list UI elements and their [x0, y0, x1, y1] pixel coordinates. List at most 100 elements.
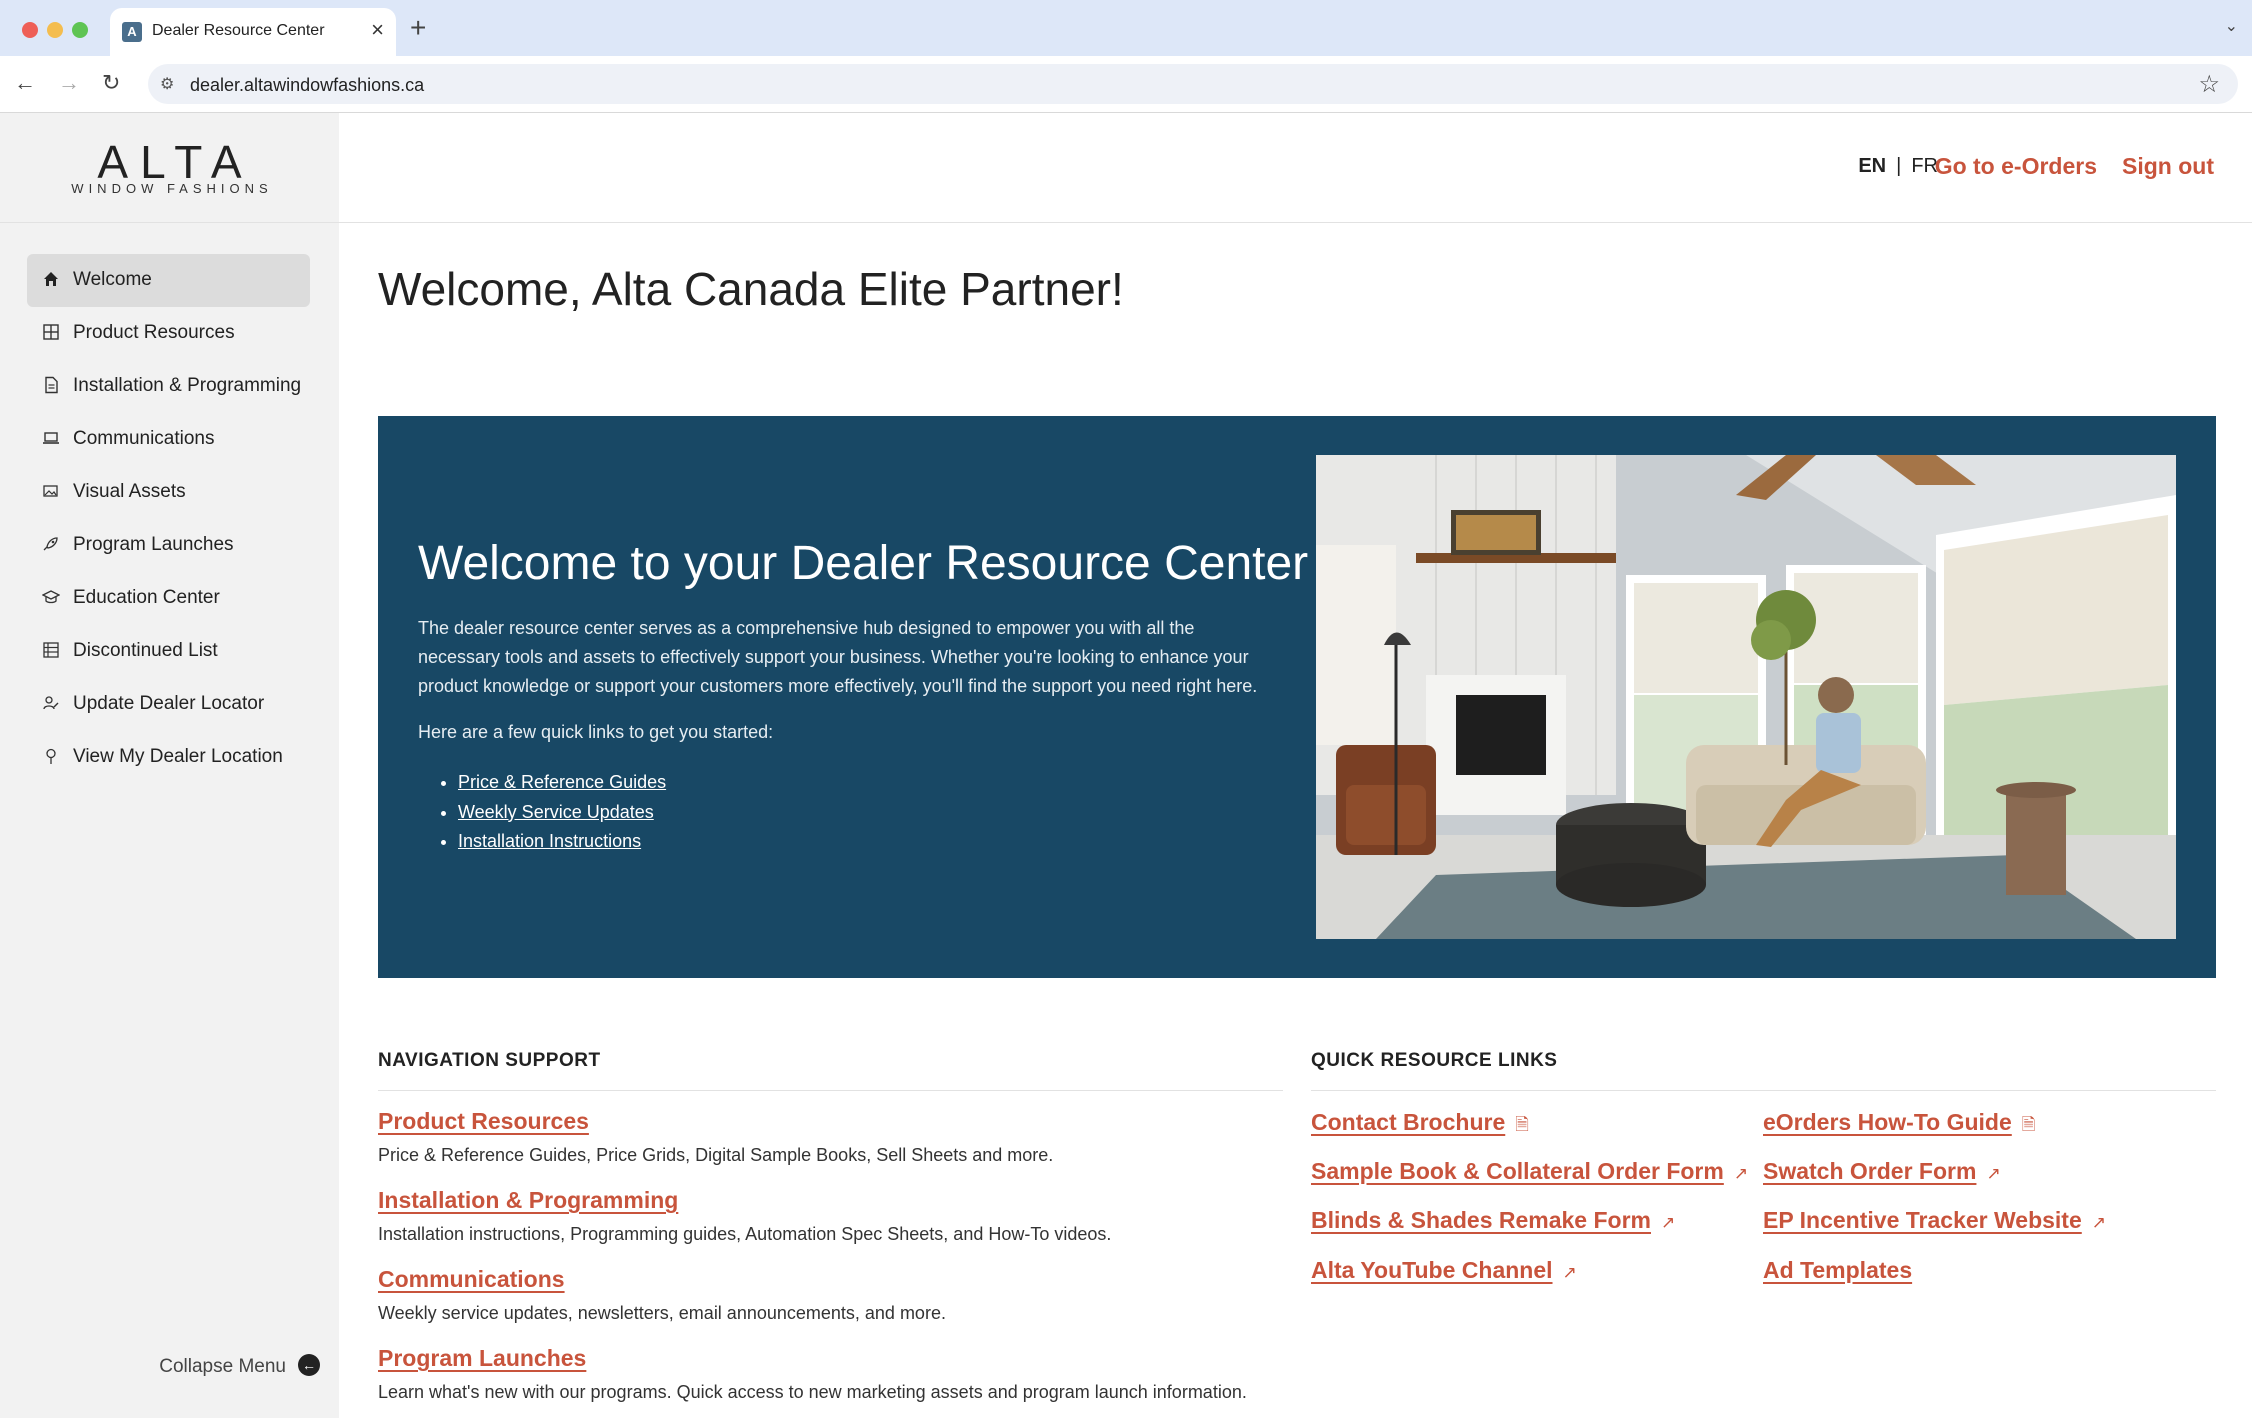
collapse-menu-label: Collapse Menu — [159, 1356, 286, 1377]
swatch-order-form-link[interactable]: Swatch Order Form ↗ — [1763, 1158, 2001, 1185]
chevron-down-icon[interactable]: ⌄ — [2225, 16, 2238, 36]
site-settings-icon[interactable]: ⚙ — [160, 74, 174, 94]
communications-link[interactable]: Communications — [378, 1266, 565, 1292]
youtube-channel-link[interactable]: Alta YouTube Channel ↗ — [1311, 1257, 1577, 1284]
browser-chrome: A Dealer Resource Center × + ⌄ ← → ↻ ⚙ d… — [0, 0, 2252, 113]
external-link-icon: ↗ — [1986, 1164, 2001, 1183]
divider — [378, 1090, 1283, 1091]
list-item: Installation Instructions — [458, 827, 666, 857]
nav-support-description: Weekly service updates, newsletters, ema… — [378, 1303, 946, 1323]
installation-programming-link[interactable]: Installation & Programming — [378, 1187, 678, 1213]
sign-out-link[interactable]: Sign out — [2122, 153, 2214, 180]
sidebar-item-discontinued-list[interactable]: Discontinued List — [27, 625, 310, 678]
sidebar-item-label: Welcome — [73, 269, 152, 290]
sidebar-item-welcome[interactable]: Welcome — [27, 254, 310, 307]
external-link-icon: ↗ — [1733, 1164, 1749, 1183]
maximize-window-button[interactable] — [72, 22, 88, 38]
navigation-support-heading: NAVIGATION SUPPORT — [378, 1050, 601, 1071]
nav-support-description: Installation instructions, Programming g… — [378, 1224, 1112, 1244]
link-label: Ad Templates — [1763, 1257, 1913, 1283]
link-label: Swatch Order Form — [1763, 1158, 1977, 1184]
top-header: EN | FR Go to e-Orders Sign out — [339, 113, 2252, 223]
hero-description: The dealer resource center serves as a c… — [418, 618, 1258, 696]
ep-incentive-tracker-link[interactable]: EP Incentive Tracker Website ↗ — [1763, 1207, 2106, 1234]
alta-logo[interactable]: ALTA WINDOW FASHIONS — [0, 113, 339, 223]
bookmark-star-icon[interactable]: ☆ — [2198, 70, 2220, 99]
eorders-how-to-guide-link[interactable]: eOrders How-To Guide 🗎 — [1763, 1109, 2035, 1141]
address-bar: ← → ↻ ⚙ dealer.altawindowfashions.ca ☆ — [0, 56, 2252, 113]
back-arrow-icon[interactable]: ← — [14, 68, 36, 98]
contact-brochure-link[interactable]: Contact Brochure 🗎 — [1311, 1109, 1529, 1141]
forward-arrow-icon[interactable]: → — [58, 68, 80, 98]
sidebar-item-label: Program Launches — [73, 534, 234, 555]
sidebar-item-view-my-dealer-location[interactable]: View My Dealer Location — [27, 731, 310, 784]
nav-support-description: Learn what's new with our programs. Quic… — [378, 1382, 1247, 1402]
user-edit-icon — [41, 694, 61, 714]
go-to-eorders-link[interactable]: Go to e-Orders — [1935, 153, 2097, 180]
hero-intro: Here are a few quick links to get you st… — [418, 722, 774, 742]
graduation-cap-icon — [41, 588, 61, 608]
welcome-hero: Welcome to your Dealer Resource Center T… — [378, 416, 2216, 978]
new-tab-icon[interactable]: + — [410, 12, 426, 44]
external-link-icon: ↗ — [1562, 1263, 1577, 1282]
sidebar-item-label: Installation & Programming — [73, 375, 302, 396]
document-icon — [41, 376, 61, 396]
sidebar-item-label: Communications — [73, 428, 215, 449]
lang-separator: | — [1896, 155, 1902, 177]
nav-support-item: Program Launches Learn what's new with o… — [378, 1345, 1247, 1403]
laptop-icon — [41, 429, 61, 449]
sidebar-item-installation-programming[interactable]: Installation & Programming — [27, 360, 310, 413]
sidebar-item-program-launches[interactable]: Program Launches — [27, 519, 310, 572]
close-tab-icon[interactable]: × — [371, 18, 384, 42]
sidebar-item-education-center[interactable]: Education Center — [27, 572, 310, 625]
tab-title: Dealer Resource Center — [152, 22, 325, 39]
price-reference-guides-link[interactable]: Price & Reference Guides — [458, 772, 666, 792]
sidebar-item-label: Product Resources — [73, 322, 235, 343]
sidebar-item-product-resources[interactable]: Product Resources — [27, 307, 310, 360]
quick-resource-links-heading: QUICK RESOURCE LINKS — [1311, 1050, 1558, 1071]
weekly-service-updates-link[interactable]: Weekly Service Updates — [458, 802, 654, 822]
collapse-menu-button[interactable]: Collapse Menu ← — [159, 1354, 320, 1378]
sidebar-item-label: Visual Assets — [73, 481, 186, 502]
link-label: Blinds & Shades Remake Form — [1311, 1207, 1651, 1233]
home-icon — [41, 270, 61, 290]
tab-bar: A Dealer Resource Center × + ⌄ — [0, 0, 2252, 56]
divider — [1311, 1090, 2216, 1091]
close-window-button[interactable] — [22, 22, 38, 38]
link-label: Alta YouTube Channel — [1311, 1257, 1553, 1283]
sidebar-item-update-dealer-locator[interactable]: Update Dealer Locator — [27, 678, 310, 731]
link-label: EP Incentive Tracker Website — [1763, 1207, 2082, 1233]
sample-book-order-form-link[interactable]: Sample Book & Collateral Order Form ↗ — [1311, 1158, 1748, 1185]
reload-icon[interactable]: ↻ — [102, 68, 120, 98]
ad-templates-link[interactable]: Ad Templates — [1763, 1257, 1912, 1284]
browser-tab[interactable]: A Dealer Resource Center × — [110, 8, 396, 56]
logo-tagline: WINDOW FASHIONS — [71, 181, 273, 196]
language-switcher: EN | FR — [1858, 155, 1938, 178]
arrow-left-circle-icon: ← — [298, 1354, 320, 1376]
url-text[interactable]: dealer.altawindowfashions.ca — [190, 75, 424, 96]
sidebar-item-label: Update Dealer Locator — [73, 693, 265, 714]
hero-title: Welcome to your Dealer Resource Center — [418, 537, 1309, 590]
page-title: Welcome, Alta Canada Elite Partner! — [378, 263, 1124, 315]
product-resources-link[interactable]: Product Resources — [378, 1108, 589, 1134]
external-link-icon: ↗ — [1661, 1213, 1676, 1232]
nav-support-item: Communications Weekly service updates, n… — [378, 1266, 946, 1324]
sidebar-item-communications[interactable]: Communications — [27, 413, 310, 466]
minimize-window-button[interactable] — [47, 22, 63, 38]
sidebar-item-visual-assets[interactable]: Visual Assets — [27, 466, 310, 519]
hero-quick-links: Price & Reference Guides Weekly Service … — [440, 768, 666, 857]
installation-instructions-link[interactable]: Installation Instructions — [458, 831, 641, 851]
images-icon — [41, 482, 61, 502]
program-launches-link[interactable]: Program Launches — [378, 1345, 586, 1371]
list-icon — [41, 641, 61, 661]
pdf-icon: 🗎 — [2021, 1115, 2036, 1134]
external-link-icon: ↗ — [2091, 1213, 2107, 1232]
remake-form-link[interactable]: Blinds & Shades Remake Form ↗ — [1311, 1207, 1675, 1234]
list-item: Weekly Service Updates — [458, 798, 666, 828]
sidebar-item-label: View My Dealer Location — [73, 746, 283, 767]
living-room-photo — [1316, 455, 2176, 939]
url-field[interactable]: ⚙ dealer.altawindowfashions.ca ☆ — [148, 64, 2238, 104]
lang-en-link[interactable]: EN — [1858, 155, 1886, 177]
nav-support-description: Price & Reference Guides, Price Grids, D… — [378, 1145, 1054, 1165]
link-label: Contact Brochure — [1311, 1109, 1506, 1135]
